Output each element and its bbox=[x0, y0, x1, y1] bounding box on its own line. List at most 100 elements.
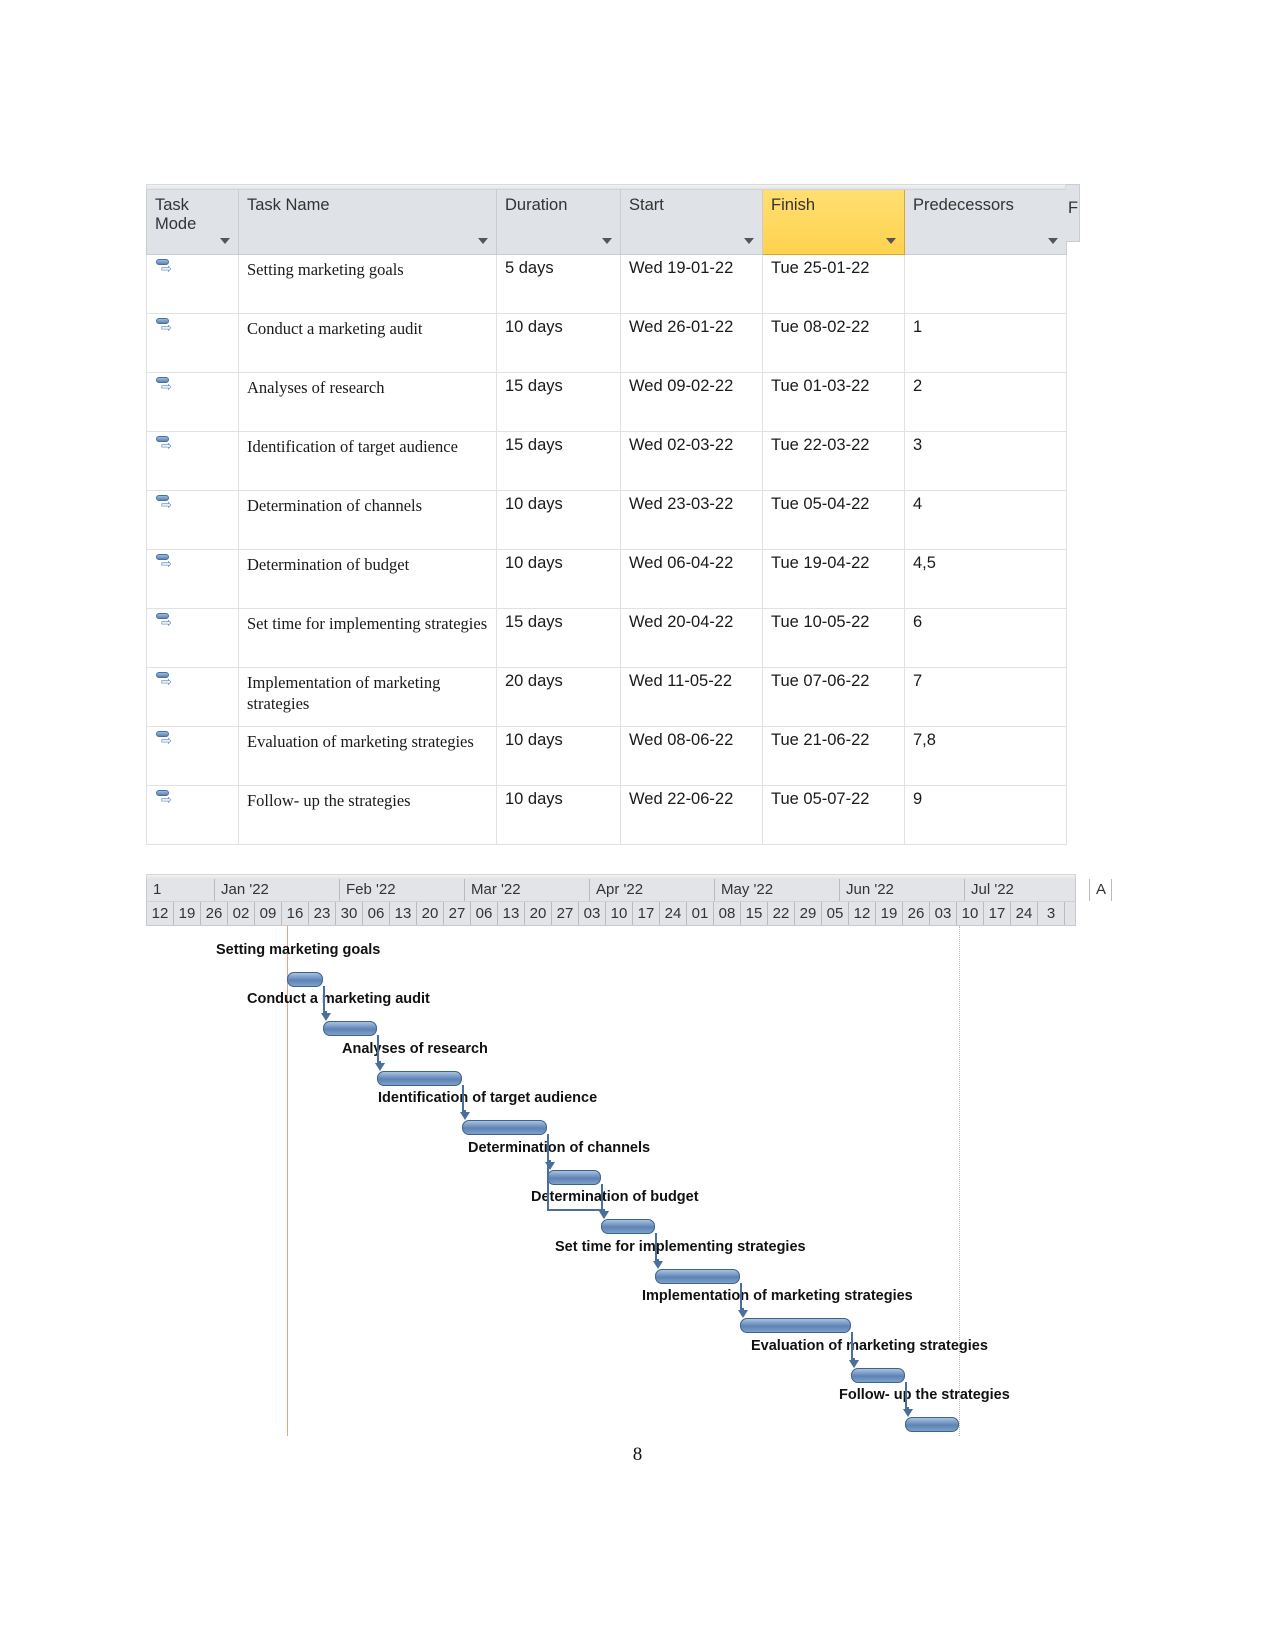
cell-start[interactable]: Wed 02-03-22 bbox=[620, 431, 763, 491]
column-header-clipped[interactable]: F bbox=[1066, 184, 1080, 242]
timeline-week-cell: 19 bbox=[174, 902, 201, 925]
gantt-bar[interactable] bbox=[601, 1219, 655, 1234]
cell-predecessors[interactable]: 4,5 bbox=[904, 549, 1067, 609]
gantt-bar[interactable] bbox=[287, 972, 323, 987]
cell-start[interactable]: Wed 22-06-22 bbox=[620, 785, 763, 845]
cell-duration[interactable]: 5 days bbox=[496, 254, 621, 314]
cell-task-mode[interactable] bbox=[146, 431, 239, 491]
column-header-start[interactable]: Start bbox=[620, 190, 763, 255]
cell-duration[interactable]: 10 days bbox=[496, 549, 621, 609]
cell-task-name[interactable]: Set time for implementing strategies bbox=[238, 608, 497, 668]
cell-start[interactable]: Wed 09-02-22 bbox=[620, 372, 763, 432]
cell-duration[interactable]: 10 days bbox=[496, 726, 621, 786]
cell-task-name[interactable]: Setting marketing goals bbox=[238, 254, 497, 314]
cell-duration[interactable]: 20 days bbox=[496, 667, 621, 727]
cell-finish[interactable]: Tue 05-04-22 bbox=[762, 490, 905, 550]
cell-start[interactable]: Wed 20-04-22 bbox=[620, 608, 763, 668]
cell-predecessors[interactable]: 7,8 bbox=[904, 726, 1067, 786]
cell-finish[interactable]: Tue 22-03-22 bbox=[762, 431, 905, 491]
cell-duration[interactable]: 15 days bbox=[496, 372, 621, 432]
column-header-duration[interactable]: Duration bbox=[496, 190, 621, 255]
cell-predecessors[interactable] bbox=[904, 254, 1067, 314]
cell-start[interactable]: Wed 06-04-22 bbox=[620, 549, 763, 609]
timeline-week-cell: 27 bbox=[552, 902, 579, 925]
chevron-down-icon[interactable] bbox=[886, 238, 896, 244]
gantt-bar-label: Analyses of research bbox=[342, 1041, 488, 1057]
table-row[interactable]: Analyses of research15 daysWed 09-02-22T… bbox=[146, 372, 1067, 432]
chevron-down-icon[interactable] bbox=[1048, 238, 1058, 244]
chevron-down-icon[interactable] bbox=[744, 238, 754, 244]
cell-task-name[interactable]: Evaluation of marketing strategies bbox=[238, 726, 497, 786]
table-row[interactable]: Setting marketing goals5 daysWed 19-01-2… bbox=[146, 254, 1067, 314]
table-row[interactable]: Implementation of marketing strategies20… bbox=[146, 667, 1067, 727]
column-header-finish[interactable]: Finish bbox=[762, 190, 905, 255]
cell-predecessors[interactable]: 2 bbox=[904, 372, 1067, 432]
column-header-label: F bbox=[1068, 199, 1079, 217]
chevron-down-icon[interactable] bbox=[220, 238, 230, 244]
gantt-bar[interactable] bbox=[377, 1071, 462, 1086]
cell-start[interactable]: Wed 08-06-22 bbox=[620, 726, 763, 786]
gantt-bar[interactable] bbox=[851, 1368, 905, 1383]
cell-task-name[interactable]: Determination of channels bbox=[238, 490, 497, 550]
gantt-bar[interactable] bbox=[547, 1170, 601, 1185]
cell-duration[interactable]: 10 days bbox=[496, 785, 621, 845]
cell-duration[interactable]: 15 days bbox=[496, 608, 621, 668]
cell-task-name[interactable]: Implementation of marketing strategies bbox=[238, 667, 497, 727]
chevron-down-icon[interactable] bbox=[602, 238, 612, 244]
cell-finish[interactable]: Tue 07-06-22 bbox=[762, 667, 905, 727]
gantt-bar[interactable] bbox=[740, 1318, 851, 1333]
gantt-bar[interactable] bbox=[323, 1021, 377, 1036]
cell-duration[interactable]: 10 days bbox=[496, 490, 621, 550]
cell-predecessors[interactable]: 7 bbox=[904, 667, 1067, 727]
cell-task-name[interactable]: Follow- up the strategies bbox=[238, 785, 497, 845]
table-row[interactable]: Identification of target audience15 days… bbox=[146, 431, 1067, 491]
task-table-body: Setting marketing goals5 daysWed 19-01-2… bbox=[146, 254, 1067, 845]
cell-task-mode[interactable] bbox=[146, 549, 239, 609]
cell-predecessors[interactable]: 6 bbox=[904, 608, 1067, 668]
cell-start[interactable]: Wed 19-01-22 bbox=[620, 254, 763, 314]
cell-task-name[interactable]: Analyses of research bbox=[238, 372, 497, 432]
cell-task-mode[interactable] bbox=[146, 313, 239, 373]
cell-task-mode[interactable] bbox=[146, 726, 239, 786]
cell-duration[interactable]: 15 days bbox=[496, 431, 621, 491]
cell-finish[interactable]: Tue 25-01-22 bbox=[762, 254, 905, 314]
cell-start[interactable]: Wed 26-01-22 bbox=[620, 313, 763, 373]
cell-task-mode[interactable] bbox=[146, 372, 239, 432]
task-table: Task Mode Task Name Duration Start Finis… bbox=[146, 190, 1067, 845]
cell-predecessors[interactable]: 4 bbox=[904, 490, 1067, 550]
cell-finish[interactable]: Tue 21-06-22 bbox=[762, 726, 905, 786]
cell-task-name[interactable]: Conduct a marketing audit bbox=[238, 313, 497, 373]
gantt-bar[interactable] bbox=[655, 1269, 740, 1284]
cell-start[interactable]: Wed 23-03-22 bbox=[620, 490, 763, 550]
table-row[interactable]: Determination of budget10 daysWed 06-04-… bbox=[146, 549, 1067, 609]
cell-task-mode[interactable] bbox=[146, 608, 239, 668]
cell-task-name[interactable]: Identification of target audience bbox=[238, 431, 497, 491]
cell-finish[interactable]: Tue 05-07-22 bbox=[762, 785, 905, 845]
cell-start[interactable]: Wed 11-05-22 bbox=[620, 667, 763, 727]
cell-task-mode[interactable] bbox=[146, 254, 239, 314]
column-header-task-name[interactable]: Task Name bbox=[238, 190, 497, 255]
cell-finish[interactable]: Tue 10-05-22 bbox=[762, 608, 905, 668]
cell-finish[interactable]: Tue 01-03-22 bbox=[762, 372, 905, 432]
cell-task-name[interactable]: Determination of budget bbox=[238, 549, 497, 609]
cell-predecessors[interactable]: 9 bbox=[904, 785, 1067, 845]
cell-duration[interactable]: 10 days bbox=[496, 313, 621, 373]
cell-task-mode[interactable] bbox=[146, 490, 239, 550]
cell-finish[interactable]: Tue 08-02-22 bbox=[762, 313, 905, 373]
cell-predecessors[interactable]: 1 bbox=[904, 313, 1067, 373]
gantt-bar[interactable] bbox=[462, 1120, 547, 1135]
table-row[interactable]: Conduct a marketing audit10 daysWed 26-0… bbox=[146, 313, 1067, 373]
cell-task-mode[interactable] bbox=[146, 667, 239, 727]
column-header-predecessors[interactable]: Predecessors bbox=[904, 190, 1067, 255]
table-row[interactable]: Determination of channels10 daysWed 23-0… bbox=[146, 490, 1067, 550]
cell-task-mode[interactable] bbox=[146, 785, 239, 845]
chevron-down-icon[interactable] bbox=[478, 238, 488, 244]
cell-predecessors[interactable]: 3 bbox=[904, 431, 1067, 491]
table-row[interactable]: Follow- up the strategies10 daysWed 22-0… bbox=[146, 785, 1067, 845]
table-row[interactable]: Set time for implementing strategies15 d… bbox=[146, 608, 1067, 668]
gantt-bar[interactable] bbox=[905, 1417, 959, 1432]
column-header-task-mode[interactable]: Task Mode bbox=[146, 190, 239, 255]
timeline-week-cell: 23 bbox=[309, 902, 336, 925]
cell-finish[interactable]: Tue 19-04-22 bbox=[762, 549, 905, 609]
table-row[interactable]: Evaluation of marketing strategies10 day… bbox=[146, 726, 1067, 786]
